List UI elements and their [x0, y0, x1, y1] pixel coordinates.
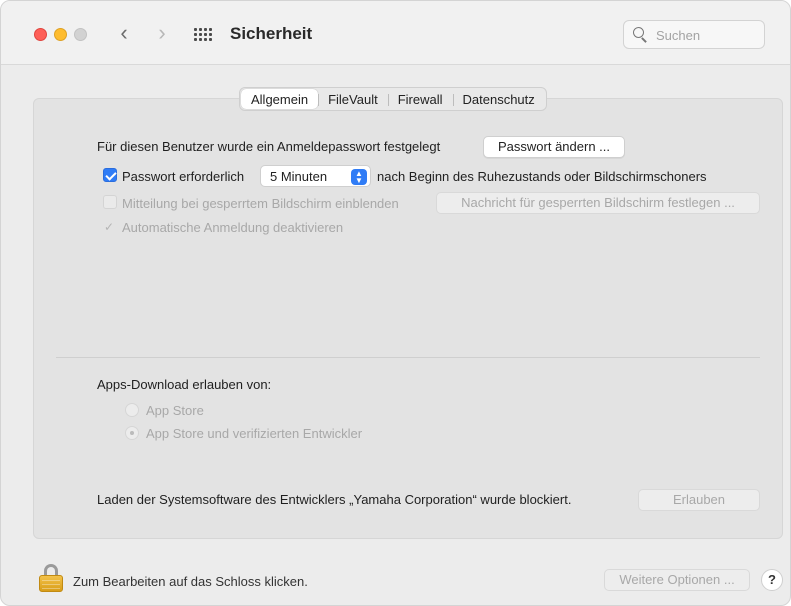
window-title: Sicherheit	[230, 24, 313, 43]
radio-app-store[interactable]	[125, 403, 139, 417]
search-field[interactable]: Suchen	[623, 20, 765, 49]
tab-allgemein[interactable]: Allgemein	[241, 89, 319, 109]
allow-button[interactable]: Erlauben	[638, 489, 760, 511]
titlebar: ‹ › Sicherheit Suchen	[1, 1, 790, 65]
tab-firewall[interactable]: Firewall	[387, 89, 453, 109]
more-options-button[interactable]: Weitere Optionen ...	[604, 569, 750, 591]
help-button[interactable]: ?	[761, 569, 783, 591]
grid-icon[interactable]	[194, 28, 214, 42]
lock-message-button[interactable]: Nachricht für gesperrten Bildschirm fest…	[436, 192, 760, 214]
radio-app-store-label: App Store	[146, 403, 204, 418]
tab-bar: Allgemein FileVault Firewall Datenschutz	[239, 87, 547, 111]
require-password-label: Passwort erforderlich	[122, 169, 245, 184]
divider	[56, 357, 760, 358]
search-icon	[633, 27, 647, 41]
password-set-text: Für diesen Benutzer wurde ein Anmeldepas…	[97, 139, 441, 154]
lock-icon[interactable]	[39, 564, 63, 592]
tab-filevault[interactable]: FileVault	[318, 89, 388, 109]
lock-message-checkbox[interactable]	[103, 195, 117, 209]
tab-panel	[33, 98, 783, 539]
require-password-suffix: nach Beginn des Ruhezustands oder Bildsc…	[377, 169, 707, 184]
blocked-software-text: Laden der Systemsoftware des Entwicklers…	[97, 492, 572, 507]
chevron-left-icon[interactable]: ‹	[113, 22, 135, 46]
auto-login-checkbox[interactable]: ✓	[104, 220, 114, 234]
password-delay-value: 5 Minuten	[270, 169, 328, 184]
auto-login-label: Automatische Anmeldung deaktivieren	[122, 220, 344, 235]
close-window-button[interactable]	[34, 28, 47, 41]
password-delay-popup[interactable]: 5 Minuten ▲ ▼	[260, 165, 371, 187]
chevron-right-icon[interactable]: ›	[151, 22, 173, 46]
radio-app-store-verified[interactable]	[125, 426, 139, 440]
preferences-window: ‹ › Sicherheit Suchen Allgemein FileVaul…	[0, 0, 791, 606]
change-password-button[interactable]: Passwort ändern ...	[483, 136, 625, 158]
minimize-window-button[interactable]	[54, 28, 67, 41]
updown-chevron-icon: ▲ ▼	[351, 169, 367, 185]
search-placeholder: Suchen	[656, 28, 701, 43]
lock-message-label: Mitteilung bei gesperrtem Bildschirm ein…	[122, 196, 399, 211]
zoom-window-button[interactable]	[74, 28, 87, 41]
lock-hint-text: Zum Bearbeiten auf das Schloss klicken.	[73, 574, 308, 589]
radio-app-store-verified-label: App Store und verifizierten Entwickler	[146, 426, 363, 441]
require-password-checkbox[interactable]	[103, 168, 117, 182]
tab-datenschutz[interactable]: Datenschutz	[452, 89, 545, 109]
apps-download-heading: Apps-Download erlauben von:	[97, 377, 272, 392]
